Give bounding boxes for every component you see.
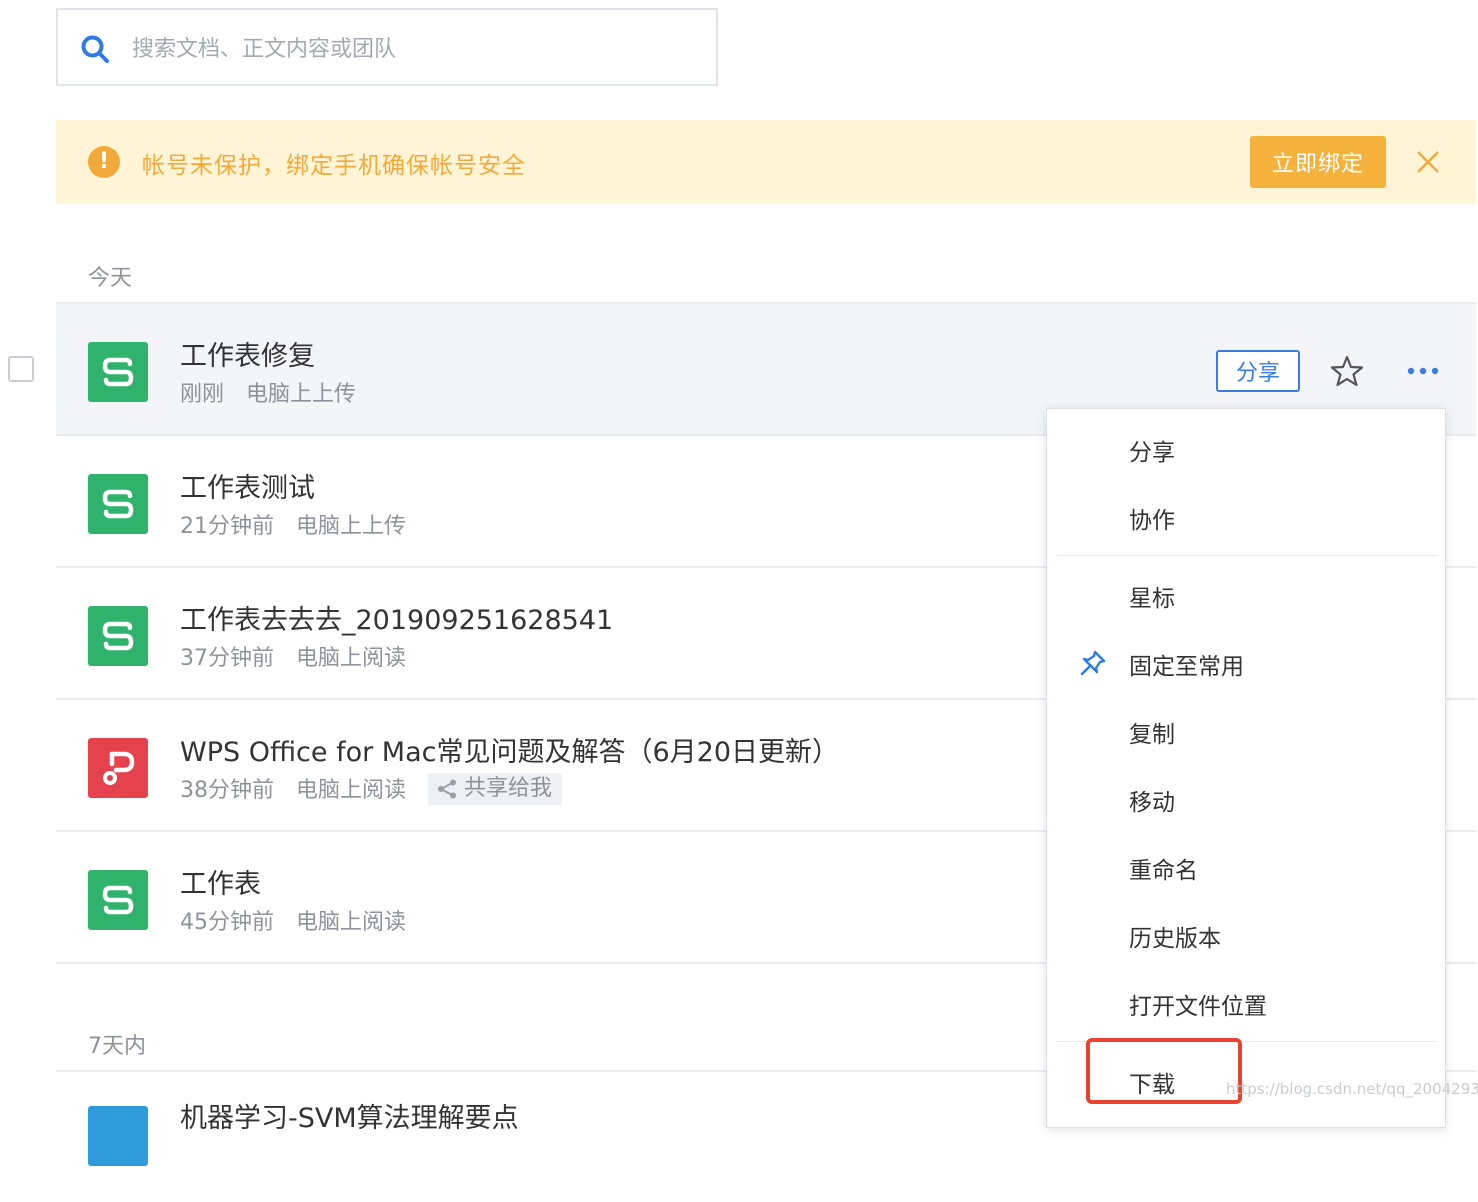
pdf-file-icon	[88, 738, 148, 798]
file-time: 45分钟前	[180, 910, 274, 935]
spreadsheet-file-icon	[88, 474, 148, 534]
file-source: 电脑上阅读	[296, 646, 407, 671]
file-source: 电脑上上传	[296, 514, 407, 539]
file-name[interactable]: 工作表	[180, 862, 261, 901]
menu-item-pin-to-frequent[interactable]: 固定至常用	[1129, 647, 1244, 681]
menu-item-history[interactable]: 历史版本	[1129, 919, 1221, 953]
file-time: 刚刚	[180, 382, 225, 407]
menu-item-move[interactable]: 移动	[1129, 783, 1175, 817]
file-meta: 38分钟前 电脑上阅读 共享给我	[180, 772, 584, 805]
watermark: https://blog.csdn.net/qq_20042935	[1226, 1080, 1478, 1098]
bind-now-button[interactable]: 立即绑定	[1250, 136, 1386, 188]
file-time: 38分钟前	[180, 778, 274, 803]
file-name[interactable]: 工作表修复	[180, 334, 315, 373]
security-warning-banner: ! 帐号未保护，绑定手机确保帐号安全 立即绑定	[56, 120, 1476, 204]
search-input[interactable]	[130, 28, 694, 70]
section-today-label: 今天	[88, 266, 133, 291]
file-meta: 刚刚 电脑上上传	[180, 376, 378, 408]
menu-item-copy[interactable]: 复制	[1129, 715, 1175, 749]
file-name[interactable]: 机器学习-SVM算法理解要点	[180, 1096, 519, 1135]
file-time: 37分钟前	[180, 646, 274, 671]
file-source: 电脑上阅读	[296, 778, 407, 803]
more-options-icon[interactable]	[1406, 356, 1440, 386]
warning-message: 帐号未保护，绑定手机确保帐号安全	[142, 153, 526, 179]
menu-item-open-location[interactable]: 打开文件位置	[1129, 987, 1267, 1021]
warning-icon: !	[88, 146, 120, 178]
file-source: 电脑上阅读	[296, 910, 407, 935]
menu-item-star[interactable]: 星标	[1129, 579, 1175, 613]
file-source: 电脑上上传	[246, 382, 357, 407]
share-button[interactable]: 分享	[1216, 350, 1300, 392]
menu-item-share[interactable]: 分享	[1129, 433, 1175, 467]
search-box[interactable]	[56, 8, 718, 86]
spreadsheet-file-icon	[88, 342, 148, 402]
download-highlight-annotation	[1086, 1038, 1242, 1104]
context-menu: 分享 协作 星标 固定至常用 复制 移动 重命名 历史版本 打开文件位置 下载	[1046, 408, 1446, 1128]
shared-with-me-badge: 共享给我	[428, 773, 563, 805]
pin-icon	[1080, 650, 1106, 676]
menu-separator	[1057, 555, 1437, 556]
spreadsheet-file-icon	[88, 870, 148, 930]
row-checkbox[interactable]	[8, 356, 34, 382]
shared-label: 共享给我	[464, 776, 553, 801]
file-meta: 45分钟前 电脑上阅读	[180, 904, 428, 936]
section-week-label: 7天内	[88, 1034, 146, 1059]
menu-item-collaborate[interactable]: 协作	[1129, 501, 1175, 535]
search-icon	[81, 35, 109, 63]
file-time: 21分钟前	[180, 514, 274, 539]
file-name[interactable]: WPS Office for Mac常见问题及解答（6月20日更新）	[180, 730, 839, 769]
share-icon	[438, 779, 457, 799]
file-name[interactable]: 工作表去去去_201909251628541	[180, 598, 613, 637]
close-icon[interactable]	[1414, 148, 1442, 176]
file-name[interactable]: 工作表测试	[180, 466, 315, 505]
spreadsheet-file-icon	[88, 606, 148, 666]
file-meta: 21分钟前 电脑上上传	[180, 508, 428, 540]
star-icon[interactable]	[1330, 354, 1364, 388]
document-file-icon	[88, 1106, 148, 1166]
file-meta: 37分钟前 电脑上阅读	[180, 640, 428, 672]
menu-item-rename[interactable]: 重命名	[1129, 851, 1198, 885]
